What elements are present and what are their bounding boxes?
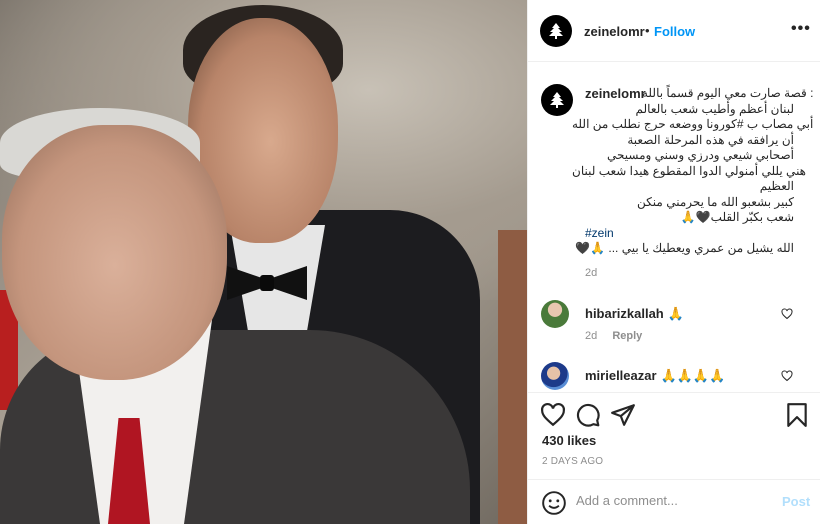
comment-text: 🙏🙏🙏🙏 bbox=[660, 368, 726, 383]
comment-username[interactable]: mirielleazar 🙏🙏🙏🙏 bbox=[585, 368, 725, 384]
caption-line: هني يللي أمنولي الدوا المقطوع هيدا شعب ل… bbox=[572, 163, 807, 178]
caption-line: كبير بشعبو الله ما يحرمني منكن bbox=[637, 194, 794, 209]
follow-button[interactable]: Follow bbox=[654, 24, 695, 39]
caption-line: 🖤🙏 ... الله يشيل من عمري ويعطيك يا بيي bbox=[575, 241, 794, 255]
post-header: zeinelomr • Follow ••• bbox=[528, 0, 820, 62]
avatar[interactable] bbox=[540, 15, 572, 47]
header-username[interactable]: zeinelomr bbox=[584, 24, 645, 39]
caption-line: لبنان أعظم وأطيب شعب بالعالم bbox=[635, 101, 794, 116]
cedar-logo-icon bbox=[549, 23, 563, 39]
bowtie-graphic bbox=[227, 266, 307, 300]
comment-time[interactable]: 2d bbox=[585, 330, 597, 342]
bookmark-icon[interactable] bbox=[784, 402, 810, 428]
caption-line: قصة صارت معي اليوم قسماً بالله : bbox=[642, 86, 814, 100]
reply-button[interactable]: Reply bbox=[612, 330, 642, 342]
caption-line: أن يرافقه في هذه المرحلة الصعبة bbox=[627, 132, 794, 147]
comment-meta: 2d Reply bbox=[585, 330, 654, 342]
separator-dot: • bbox=[645, 23, 650, 38]
caption-avatar[interactable] bbox=[541, 84, 573, 116]
emoji-icon[interactable] bbox=[541, 490, 567, 516]
commenter-avatar[interactable] bbox=[541, 362, 569, 390]
post-side-panel: zeinelomr • Follow ••• zeinelomr قصة صار… bbox=[527, 0, 820, 524]
post-actions: 430 likes 2 DAYS AGO Post bbox=[528, 392, 820, 524]
background-person-right bbox=[498, 230, 527, 524]
comment-input[interactable] bbox=[576, 493, 766, 508]
share-icon[interactable] bbox=[610, 402, 636, 428]
heart-icon[interactable] bbox=[781, 370, 793, 382]
caption-timestamp[interactable]: 2d bbox=[585, 267, 597, 279]
older-man-face bbox=[2, 125, 227, 380]
more-icon[interactable]: ••• bbox=[791, 20, 811, 38]
comment-icon[interactable] bbox=[575, 402, 601, 428]
caption-line: 🙏🖤شعب بكبّر القلب bbox=[680, 210, 794, 224]
comment-username[interactable]: hibarizkallah 🙏 bbox=[585, 306, 684, 322]
heart-icon[interactable] bbox=[540, 402, 566, 428]
heart-icon[interactable] bbox=[781, 308, 793, 320]
like-count[interactable]: 430 likes bbox=[542, 433, 596, 448]
commenter-avatar[interactable] bbox=[541, 300, 569, 328]
caption-line: العظيم bbox=[759, 179, 794, 193]
comment-text: 🙏 bbox=[667, 306, 684, 321]
caption-line: أبي مصاب ب #كورونا ووضعه حرج نطلب من الل… bbox=[572, 117, 814, 131]
caption-hashtag[interactable]: #zein bbox=[572, 226, 794, 242]
post-photo[interactable] bbox=[0, 0, 527, 524]
post-comment-button[interactable]: Post bbox=[782, 494, 810, 509]
caption-line: أصحابي شيعي ودرزي وسني ومسيحي bbox=[607, 148, 794, 162]
caption-text: قصة صارت معي اليوم قسماً بالله : لبنان أ… bbox=[572, 86, 814, 257]
add-comment-bar: Post bbox=[528, 479, 820, 524]
cedar-logo-icon bbox=[550, 92, 564, 108]
post-timestamp[interactable]: 2 DAYS AGO bbox=[542, 456, 603, 467]
